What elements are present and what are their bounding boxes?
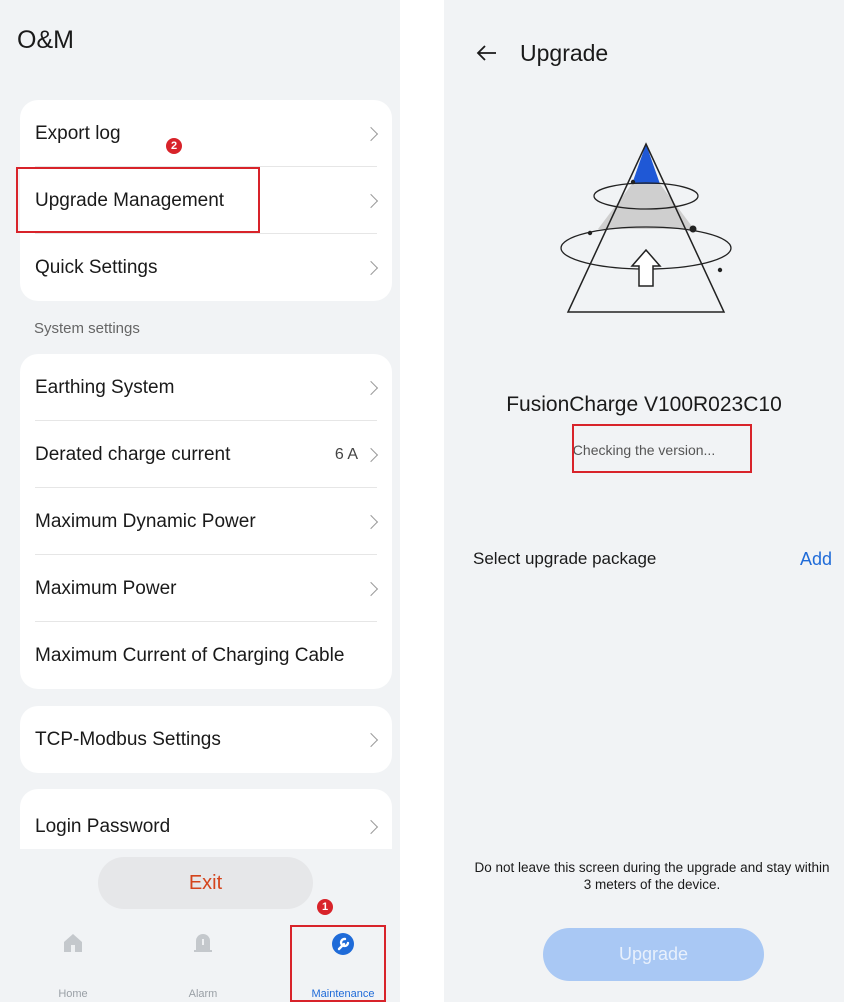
chevron-right-icon	[363, 447, 379, 462]
chevron-right-icon	[363, 581, 379, 596]
nav-label: Alarm	[188, 988, 218, 1000]
chevron-right-icon	[363, 193, 379, 208]
chevron-right-icon	[363, 819, 379, 834]
upgrade-button[interactable]: Upgrade	[543, 928, 764, 981]
menu-item-quick-settings[interactable]: Quick Settings	[20, 234, 392, 301]
select-package-label: Select upgrade package	[473, 549, 657, 568]
exit-button[interactable]: Exit	[98, 857, 313, 909]
chevron-right-icon	[363, 380, 379, 395]
menu-item-label: Maximum Current of Charging Cable	[35, 644, 345, 666]
menu-item-export-log[interactable]: Export log	[20, 100, 392, 167]
menu-card-login: Login Password	[20, 789, 392, 849]
add-package-link[interactable]: Add	[800, 549, 832, 570]
annotation-badge-2: 2	[166, 138, 182, 154]
page-title: O&M	[17, 26, 74, 54]
om-screen: O&M Export log Upgrade Management Quick …	[0, 0, 400, 1002]
menu-item-label: Maximum Power	[35, 577, 177, 599]
chevron-right-icon	[363, 514, 379, 529]
menu-card-tcp-modbus: TCP-Modbus Settings	[20, 706, 392, 773]
home-icon	[62, 932, 84, 959]
menu-item-derated-charge-current[interactable]: Derated charge current 6 A	[20, 421, 392, 488]
menu-item-label: Earthing System	[35, 376, 175, 398]
menu-item-maximum-power[interactable]: Maximum Power	[20, 555, 392, 622]
menu-item-maximum-dynamic-power[interactable]: Maximum Dynamic Power	[20, 488, 392, 555]
back-arrow-icon[interactable]	[476, 44, 498, 67]
annotation-highlight-status	[572, 424, 752, 473]
page-title: Upgrade	[520, 40, 609, 66]
menu-card-system-settings: Earthing System Derated charge current 6…	[20, 354, 392, 689]
product-version: FusionCharge V100R023C10	[506, 393, 782, 416]
menu-item-label: Export log	[35, 122, 121, 144]
menu-item-label: Quick Settings	[35, 256, 158, 278]
nav-alarm[interactable]: Alarm	[148, 918, 258, 1002]
upgrade-screen: Upgrade FusionCharge V100R023C10 Checkin…	[444, 0, 844, 1002]
annotation-highlight-upgrade-management	[16, 167, 260, 233]
upgrade-notice: Do not leave this screen during the upgr…	[474, 860, 830, 892]
menu-item-value: 6 A	[334, 445, 358, 463]
section-label-system-settings: System settings	[34, 320, 140, 337]
menu-item-earthing-system[interactable]: Earthing System	[20, 354, 392, 421]
menu-item-login-password[interactable]: Login Password	[20, 789, 392, 849]
chevron-right-icon	[363, 732, 379, 747]
annotation-badge-1: 1	[317, 899, 333, 915]
nav-label: Home	[58, 988, 88, 1000]
chevron-right-icon	[363, 260, 379, 275]
menu-item-label: TCP-Modbus Settings	[35, 728, 221, 750]
annotation-highlight-maintenance	[290, 925, 386, 1002]
menu-item-label: Derated charge current	[35, 443, 231, 465]
nav-home[interactable]: Home	[18, 918, 128, 1002]
menu-item-label: Maximum Dynamic Power	[35, 510, 256, 532]
menu-item-maximum-current-charging-cable[interactable]: Maximum Current of Charging Cable	[20, 622, 392, 689]
menu-item-label: Login Password	[35, 815, 171, 837]
chevron-right-icon	[363, 126, 379, 141]
upgrade-illustration-icon	[556, 140, 736, 325]
menu-item-tcp-modbus-settings[interactable]: TCP-Modbus Settings	[20, 706, 392, 773]
bell-icon	[192, 932, 214, 961]
